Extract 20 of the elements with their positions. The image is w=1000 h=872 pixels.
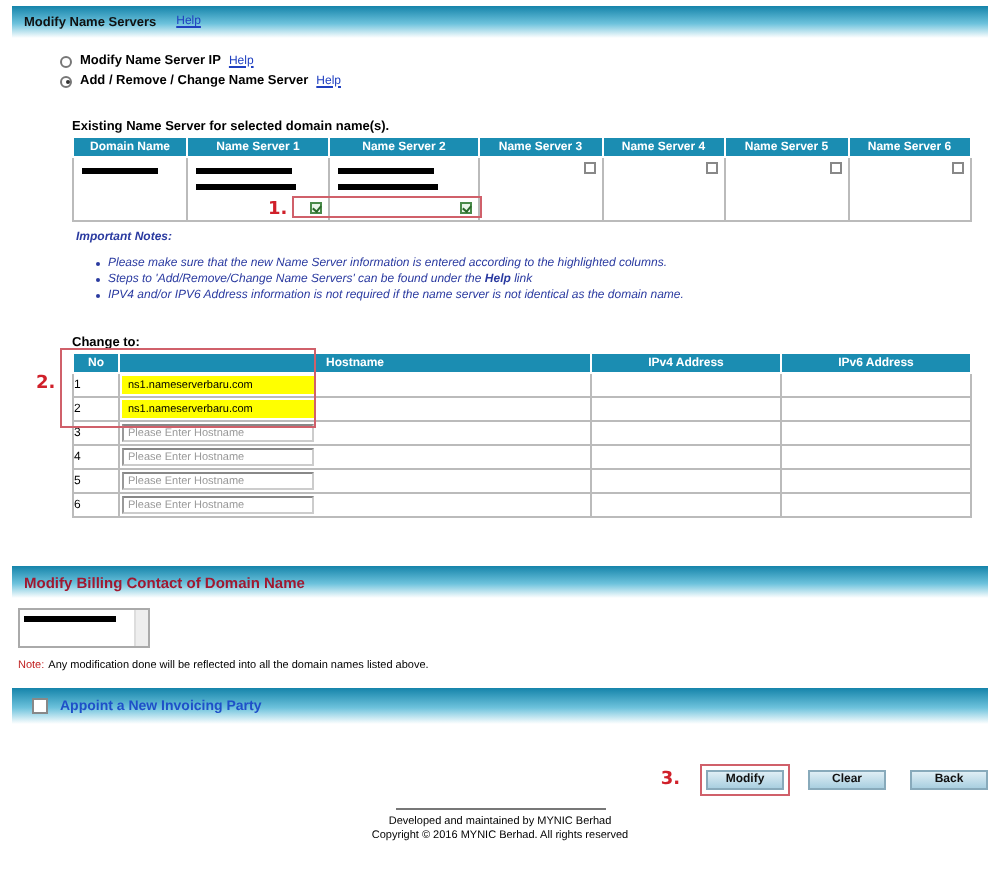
checkbox[interactable] <box>952 162 964 174</box>
checkbox[interactable] <box>32 698 48 714</box>
contact-select-field[interactable] <box>18 608 150 648</box>
checkbox[interactable] <box>460 202 472 214</box>
redaction-bar <box>82 168 158 174</box>
radio-button[interactable] <box>60 75 72 87</box>
redaction-bar <box>196 168 292 174</box>
checkbox[interactable] <box>829 162 841 174</box>
checkbox[interactable] <box>583 162 595 174</box>
annotation-number: 3. <box>660 770 680 790</box>
radio-button[interactable] <box>60 55 72 67</box>
redaction-bar <box>338 168 434 174</box>
checkbox[interactable] <box>310 202 322 214</box>
redaction-bar <box>338 184 438 190</box>
scrollbar[interactable] <box>134 610 148 646</box>
annotation-number: 2. <box>36 374 56 394</box>
redaction-bar <box>196 184 296 190</box>
checkbox[interactable] <box>706 162 718 174</box>
redaction-bar <box>24 616 116 622</box>
annotation-number: 1. <box>268 200 288 220</box>
